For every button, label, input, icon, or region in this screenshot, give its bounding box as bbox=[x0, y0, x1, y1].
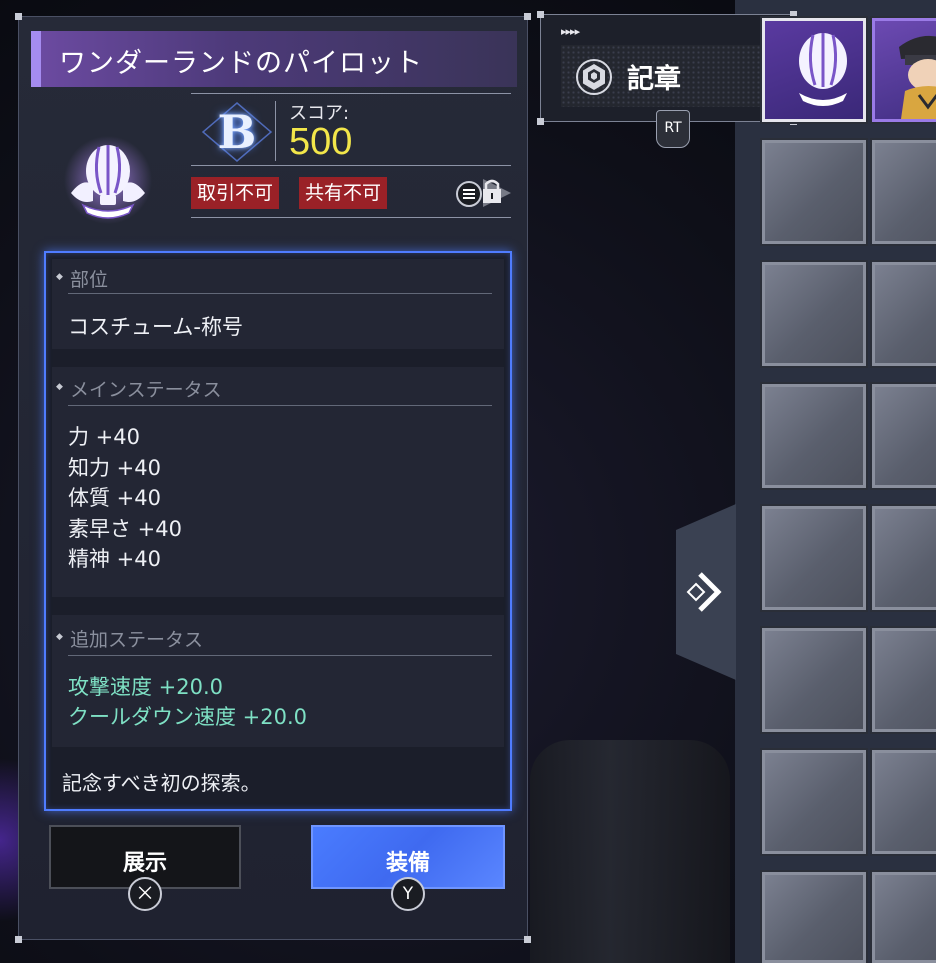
panel-corner bbox=[15, 936, 22, 943]
section-divider bbox=[68, 655, 492, 656]
x-button-icon: ⨉ bbox=[128, 877, 162, 911]
expand-arrow-button[interactable] bbox=[676, 504, 736, 680]
inventory-slot-empty[interactable] bbox=[870, 382, 936, 490]
unshareable-tag: 共有不可 bbox=[299, 177, 388, 209]
score-value: 500 bbox=[289, 121, 353, 163]
main-stats-header: メインステータス bbox=[56, 375, 222, 402]
inventory-slot-empty[interactable] bbox=[760, 382, 868, 490]
extra-stat-line: クールダウン速度 +20.0 bbox=[68, 705, 308, 729]
item-info-box: 部位 コスチューム-称号 メインステータス 力 +40 知力 +40 体質 +4… bbox=[44, 251, 512, 811]
item-description: 記念すべき初の探索。 bbox=[62, 771, 261, 795]
inventory-slot-empty[interactable] bbox=[760, 504, 868, 612]
inventory-slot-empty[interactable] bbox=[760, 626, 868, 734]
inventory-slot-empty[interactable] bbox=[870, 504, 936, 612]
grade-emblem: B bbox=[201, 101, 273, 163]
main-stats-section: メインステータス 力 +40 知力 +40 体質 +40 素早さ +40 精神 … bbox=[52, 367, 504, 597]
hot-air-balloon-badge-icon bbox=[63, 135, 153, 225]
untradeable-tag: 取引不可 bbox=[191, 177, 280, 209]
y-button-icon: Y bbox=[391, 877, 425, 911]
item-name: ワンダーランドのパイロット bbox=[59, 48, 423, 79]
inventory-slot-character[interactable] bbox=[870, 16, 936, 124]
equip-button[interactable]: 装備 Y bbox=[311, 825, 505, 911]
header-divider bbox=[191, 217, 511, 218]
inventory-slot-empty[interactable] bbox=[760, 138, 868, 246]
inventory-slot-empty[interactable] bbox=[760, 748, 868, 856]
extra-stat-line: 攻撃速度 +20.0 bbox=[68, 675, 224, 699]
slot-header: 部位 bbox=[56, 265, 108, 292]
extra-stats-section: 追加ステータス 攻撃速度 +20.0 クールダウン速度 +20.0 bbox=[52, 615, 504, 747]
grade-letter: B bbox=[217, 105, 257, 159]
category-label: 記章 bbox=[627, 64, 681, 95]
inventory-slot-empty[interactable] bbox=[870, 870, 936, 963]
extra-stats-header: 追加ステータス bbox=[56, 625, 203, 652]
header-divider bbox=[191, 165, 511, 166]
category-arrows: ▸▸▸▸ bbox=[561, 25, 580, 38]
main-stat-line: 素早さ +40 bbox=[68, 517, 182, 541]
panel-corner bbox=[15, 13, 22, 20]
inventory-slot-empty[interactable] bbox=[760, 870, 868, 963]
inventory-slot-badge[interactable] bbox=[760, 16, 868, 124]
header-divider bbox=[191, 93, 511, 94]
item-title-bar: ワンダーランドのパイロット bbox=[31, 31, 517, 87]
panel-corner bbox=[524, 13, 531, 20]
main-stat-line: 体質 +40 bbox=[68, 486, 161, 510]
inventory-slot-empty[interactable] bbox=[870, 748, 936, 856]
rt-button-icon[interactable]: RT bbox=[656, 110, 690, 148]
inventory-slot-empty[interactable] bbox=[760, 260, 868, 368]
panel-corner bbox=[524, 936, 531, 943]
inventory-slot-empty[interactable] bbox=[870, 260, 936, 368]
inventory-slot-empty[interactable] bbox=[870, 626, 936, 734]
section-divider bbox=[68, 405, 492, 406]
show-button-label: 展示 bbox=[122, 850, 167, 876]
main-stat-line: 精神 +40 bbox=[68, 547, 161, 571]
tab-corner bbox=[790, 11, 797, 18]
inventory-slot-empty[interactable] bbox=[870, 138, 936, 246]
tab-corner bbox=[537, 118, 544, 125]
emblem-category-icon bbox=[575, 58, 613, 96]
show-button[interactable]: 展示 ⨉ bbox=[49, 825, 241, 911]
character-portrait-icon bbox=[899, 36, 936, 119]
category-tab[interactable]: ▸▸▸▸ 記章 bbox=[537, 11, 797, 125]
slot-value: コスチューム-称号 bbox=[68, 315, 243, 339]
tab-corner bbox=[537, 11, 544, 18]
grade-divider bbox=[275, 101, 276, 161]
background-barrel bbox=[530, 740, 730, 963]
lock-menu-icon[interactable] bbox=[453, 175, 513, 211]
slot-section: 部位 コスチューム-称号 bbox=[52, 259, 504, 349]
main-stat-line: 知力 +40 bbox=[68, 456, 161, 480]
main-stat-line: 力 +40 bbox=[68, 425, 140, 449]
section-divider bbox=[68, 293, 492, 294]
category-label-box: 記章 bbox=[561, 45, 787, 107]
item-detail-panel: ワンダーランドのパイロット B スコア: 500 取引不可 共有不可 ◆ 部位 … bbox=[15, 13, 531, 943]
equip-button-label: 装備 bbox=[385, 850, 430, 876]
hot-air-balloon-badge-icon bbox=[799, 33, 847, 106]
